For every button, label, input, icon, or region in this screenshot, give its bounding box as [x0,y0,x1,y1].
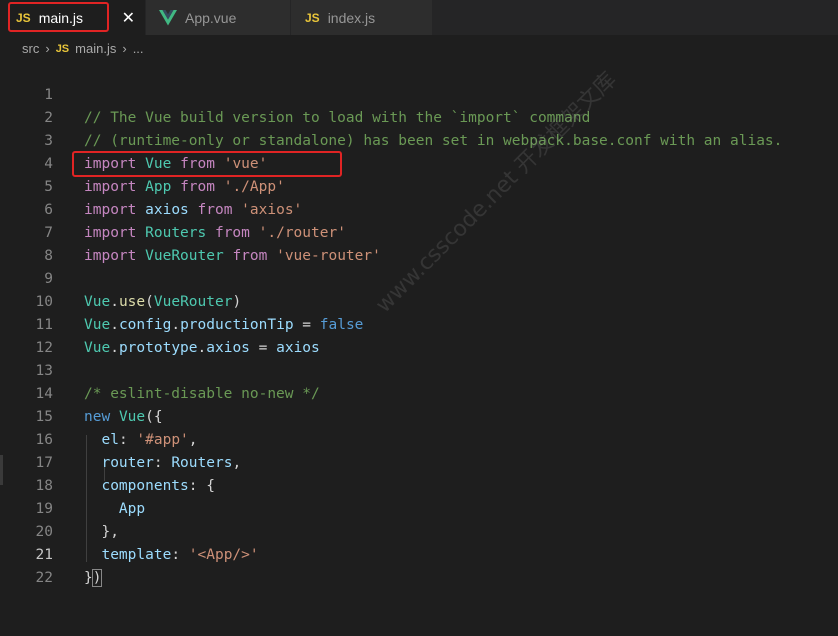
code-line: 4 import App from './App' [0,130,838,195]
breadcrumb-folder[interactable]: src [22,41,39,56]
breadcrumb-file[interactable]: main.js [75,41,116,56]
line-number: 22 [35,570,53,586]
tab-label: index.js [327,9,376,26]
code-line: 16 router: Routers, [0,406,838,471]
code-line: 6 import Routers from './router' [0,176,838,241]
js-file-icon: JS [305,10,320,25]
js-file-icon: JS [55,42,70,55]
code-line: 19 }, [0,475,838,540]
code-line: 8 [0,222,838,264]
code-line: 17 components: { [0,429,838,494]
code-line: 13 /* eslint-disable no-new */ [0,337,838,402]
code-line: 2 // (runtime-only or standalone) has be… [0,84,838,149]
tab-index-js[interactable]: JS index.js [291,0,432,35]
gutter-marker [0,455,3,485]
code-line: 7 import VueRouter from 'vue-router' [0,199,838,264]
code-line: 12 [0,314,838,356]
js-file-icon: JS [16,10,31,25]
code-editor[interactable]: 1 // The Vue build version to load with … [0,60,838,587]
code-line: 20 template: '<App/>' [0,498,838,563]
code-line: 11 Vue.prototype.axios = axios [0,291,838,356]
chevron-right-icon: › [45,41,50,56]
close-icon[interactable]: ✕ [122,8,135,28]
tab-app-vue[interactable]: App.vue [146,0,290,35]
code-line: 1 // The Vue build version to load with … [0,61,838,126]
code-line: 18 App [0,452,838,517]
code-line: 15 el: '#app', [0,383,838,448]
editor-tab-bar: JS main.js ✕ App.vue JS index.js [0,0,838,35]
code-line-current: 21 }) [0,521,838,587]
breadcrumb-more[interactable]: ... [133,41,144,56]
tab-label: main.js [38,9,84,26]
vue-file-icon [159,9,177,26]
code-line: 14 new Vue({ [0,360,838,425]
code-line: 3 import Vue from 'vue' [0,107,838,172]
tab-main-js[interactable]: JS main.js ✕ [0,0,145,35]
chevron-right-icon: › [122,41,127,56]
code-line: 10 Vue.config.productionTip = false [0,268,838,333]
code-line: 22 [0,544,838,586]
breadcrumb: src › JS main.js › ... [0,35,838,62]
tab-label: App.vue [185,9,237,26]
code-line: 9 Vue.use(VueRouter) [0,245,838,310]
code-text: }) [84,569,103,587]
code-line: 5 import axios from 'axios' [0,153,838,218]
